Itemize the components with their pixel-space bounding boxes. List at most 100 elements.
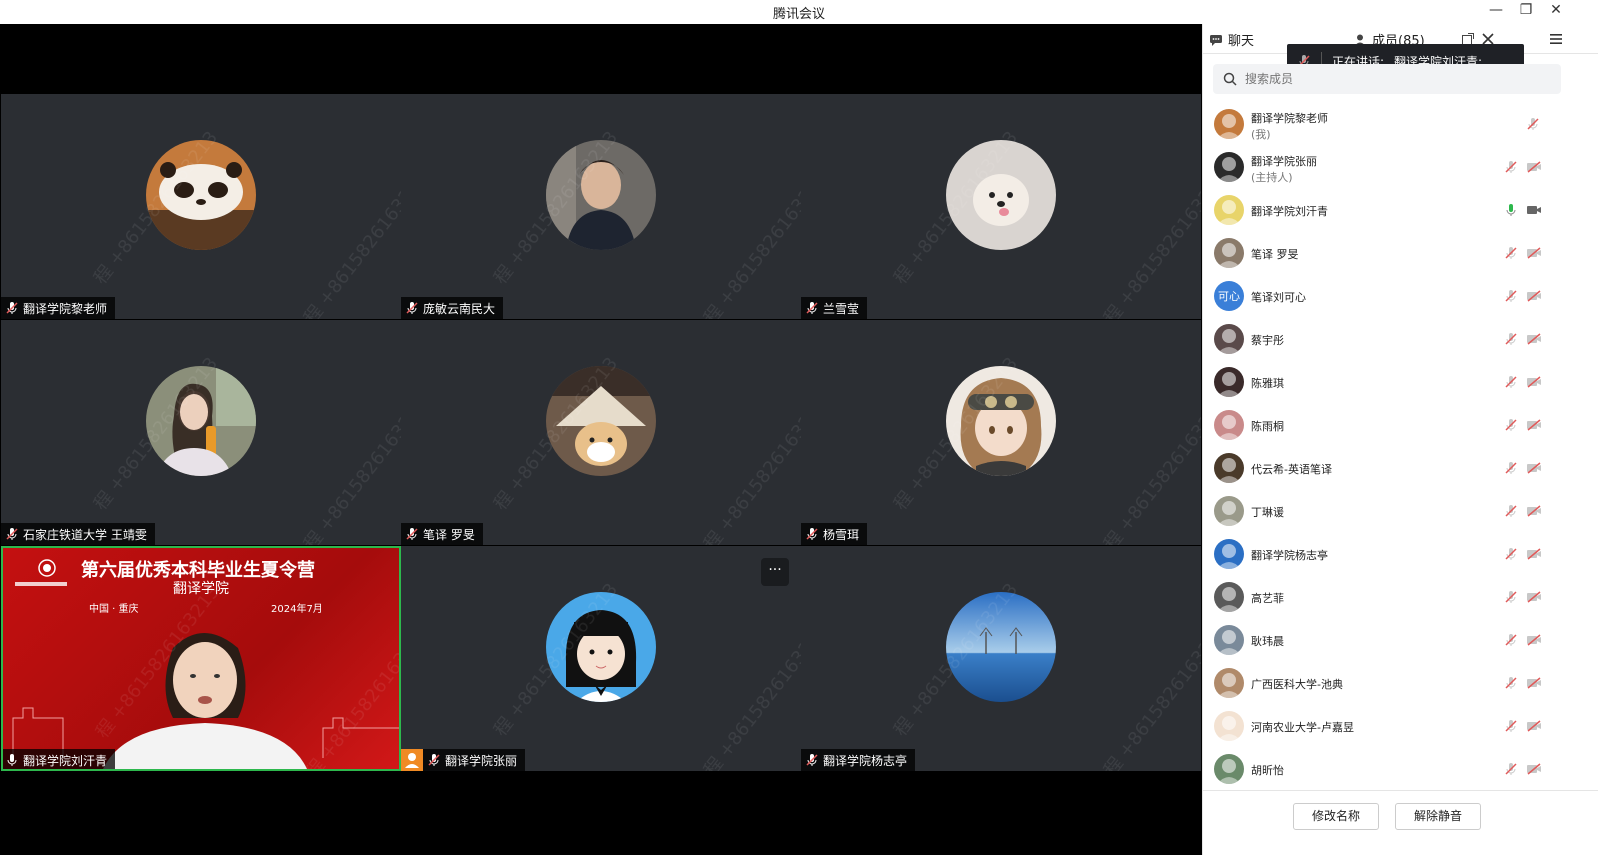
member-name: 广西医科大学-池典 [1251, 678, 1343, 691]
unmute-all-button[interactable]: 解除静音 [1395, 803, 1481, 830]
mic-muted-icon [806, 302, 818, 314]
mic-muted-icon[interactable] [1503, 159, 1519, 175]
member-row[interactable]: 胡昕怡 [1203, 747, 1598, 790]
video-tile[interactable]: 程 +8615826163213 程 +8615826163213 笔译 罗旻 [401, 320, 801, 545]
video-tile[interactable]: 程 +8615826163213 程 +8615826163213 庞敏云南民大 [401, 94, 801, 319]
tab-chat[interactable]: 聊天 [1209, 30, 1254, 49]
mic-muted-icon[interactable] [1525, 116, 1541, 132]
video-grid: 程 +8615826163213 程 +8615826163213 翻译学院黎老… [0, 94, 1202, 772]
member-row[interactable]: 笔译 罗旻 [1203, 231, 1598, 274]
member-row[interactable]: 可心 笔译刘可心 [1203, 274, 1598, 317]
camera-off-icon[interactable] [1526, 417, 1542, 433]
mic-muted-icon[interactable] [1503, 460, 1519, 476]
member-row[interactable]: 丁琳谖 [1203, 489, 1598, 532]
menu-icon[interactable] [1549, 32, 1563, 46]
camera-off-icon[interactable] [1526, 761, 1542, 777]
member-row[interactable]: 陈雅琪 [1203, 360, 1598, 403]
avatar [1214, 410, 1244, 440]
title-bar: 腾讯会议 — ❐ ✕ [0, 0, 1598, 24]
member-row[interactable]: 代云希-英语笔译 [1203, 446, 1598, 489]
member-row[interactable]: 陈雨桐 [1203, 403, 1598, 446]
video-tile[interactable]: ··· 程 +8615826163213 程 +8615826163213 翻译… [401, 546, 801, 771]
avatar [1214, 367, 1244, 397]
video-tile[interactable]: 程 +8615826163213 程 +8615826163213 杨雪珥 [801, 320, 1201, 545]
video-tile[interactable]: 程 +8615826163213 程 +8615826163213 兰雪莹 [801, 94, 1201, 319]
banner-subtitle: 翻译学院 [173, 581, 229, 597]
close-button[interactable]: ✕ [1544, 2, 1568, 18]
search-input[interactable] [1245, 72, 1525, 86]
mic-muted-icon[interactable] [1503, 546, 1519, 562]
avatar [1214, 539, 1244, 569]
mic-muted-icon[interactable] [1503, 331, 1519, 347]
mic-muted-icon[interactable] [1503, 632, 1519, 648]
avatar [146, 366, 256, 476]
mic-muted-icon[interactable] [1503, 245, 1519, 261]
mic-muted-icon [406, 528, 418, 540]
mic-muted-icon[interactable] [1503, 417, 1519, 433]
mic-muted-icon[interactable] [1503, 374, 1519, 390]
member-row[interactable]: 蔡宇彤 [1203, 317, 1598, 360]
participant-name-bar: 笔译 罗旻 [401, 523, 483, 545]
camera-off-icon[interactable] [1526, 288, 1542, 304]
avatar [546, 140, 656, 250]
mic-muted-icon[interactable] [1503, 589, 1519, 605]
window-title: 腾讯会议 [772, 7, 825, 22]
member-row[interactable]: 广西医科大学-池典 [1203, 661, 1598, 704]
panel-footer: 修改名称 解除静音 [1203, 790, 1598, 855]
video-area: 程 +8615826163213 程 +8615826163213 翻译学院黎老… [0, 24, 1202, 855]
member-row[interactable]: 耿玮晨 [1203, 618, 1598, 661]
rename-button[interactable]: 修改名称 [1293, 803, 1379, 830]
mic-muted-icon[interactable] [1503, 288, 1519, 304]
mic-muted-icon[interactable] [1503, 718, 1519, 734]
member-row[interactable]: 翻译学院黎老师 (我) [1203, 102, 1598, 145]
camera-off-icon[interactable] [1526, 460, 1542, 476]
camera-off-icon[interactable] [1526, 546, 1542, 562]
member-list: 翻译学院黎老师 (我) 翻译学院张丽 (主持人) 翻译学院刘汗青 笔译 罗旻 可心 笔译刘可心… [1203, 102, 1598, 790]
restore-button[interactable]: ❐ [1514, 2, 1538, 18]
member-row[interactable]: 翻译学院杨志亭 [1203, 532, 1598, 575]
camera-off-icon[interactable] [1526, 503, 1542, 519]
minimize-button[interactable]: — [1484, 2, 1508, 18]
member-name: 笔译刘可心 [1251, 291, 1306, 304]
camera-off-icon[interactable] [1526, 331, 1542, 347]
camera-off-icon[interactable] [1526, 589, 1542, 605]
camera-off-icon[interactable] [1526, 675, 1542, 691]
video-tile[interactable]: 程 +8615826163213 程 +8615826163213 翻译学院杨志… [801, 546, 1201, 771]
mic-muted-icon[interactable] [1503, 675, 1519, 691]
avatar [546, 366, 656, 476]
more-options-button[interactable]: ··· [761, 558, 789, 586]
mic-muted-icon [6, 528, 18, 540]
participant-name: 笔译 罗旻 [423, 527, 475, 542]
member-row[interactable]: 河南农业大学-卢嘉昱 [1203, 704, 1598, 747]
member-row[interactable]: 翻译学院刘汗青 [1203, 188, 1598, 231]
member-name: 翻译学院杨志亭 [1251, 549, 1328, 562]
mic-on-icon[interactable] [1503, 202, 1519, 218]
member-row[interactable]: 高艺菲 [1203, 575, 1598, 618]
member-name: 陈雨桐 [1251, 420, 1284, 433]
member-row[interactable]: 翻译学院张丽 (主持人) [1203, 145, 1598, 188]
member-search[interactable] [1213, 64, 1561, 94]
video-tile[interactable]: 程 +8615826163213 程 +8615826163213 石家庄铁道大… [1, 320, 401, 545]
member-name: 高艺菲 [1251, 592, 1284, 605]
mic-on-icon [7, 754, 17, 766]
camera-off-icon[interactable] [1526, 159, 1542, 175]
camera-off-icon[interactable] [1526, 374, 1542, 390]
mic-muted-icon [406, 302, 418, 314]
video-tile[interactable]: 程 +8615826163213 程 +8615826163213 翻译学院黎老… [1, 94, 401, 319]
mic-muted-icon[interactable] [1503, 761, 1519, 777]
participant-name-bar: 翻译学院刘汗青 [3, 749, 116, 769]
mic-muted-icon[interactable] [1503, 503, 1519, 519]
participant-name: 翻译学院杨志亭 [823, 753, 908, 768]
participant-name-bar: 翻译学院杨志亭 [801, 749, 916, 771]
watermark: 程 +8615826163213 [1099, 393, 1201, 545]
avatar [1214, 324, 1244, 354]
active-speaker-tile[interactable]: 第六届优秀本科毕业生夏令营 翻译学院 中国 · 重庆 2024年7月 程 +86… [1, 546, 401, 771]
mic-muted-icon [806, 528, 818, 540]
camera-off-icon[interactable] [1526, 718, 1542, 734]
member-name: 翻译学院张丽 [1251, 155, 1317, 168]
avatar [946, 366, 1056, 476]
camera-off-icon[interactable] [1526, 245, 1542, 261]
camera-off-icon[interactable] [1526, 632, 1542, 648]
camera-on-icon[interactable] [1526, 202, 1542, 218]
member-name: 蔡宇彤 [1251, 334, 1284, 347]
